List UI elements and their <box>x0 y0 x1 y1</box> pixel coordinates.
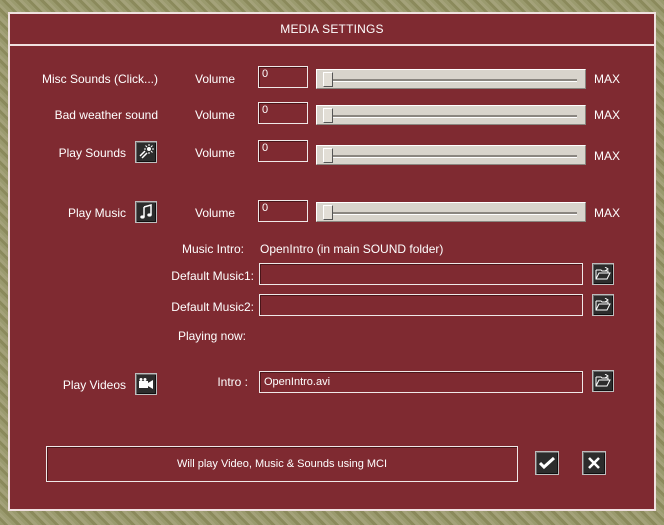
slider-thumb[interactable] <box>323 108 333 123</box>
video-intro-browse-button[interactable] <box>592 370 614 392</box>
checkmark-icon <box>539 456 555 470</box>
slider-track <box>325 155 577 158</box>
video-camera-icon <box>139 378 153 389</box>
open-folder-icon <box>595 374 611 387</box>
misc-sounds-label: Misc Sounds (Click...) <box>41 72 158 86</box>
open-folder-icon <box>595 298 611 311</box>
play-sounds-button[interactable] <box>135 141 157 163</box>
dialog-title: MEDIA SETTINGS <box>280 22 384 36</box>
play-music-button[interactable] <box>135 201 157 223</box>
play-sounds-label: Play Sounds <box>58 146 126 160</box>
play-sounds-volume-input[interactable]: 0 <box>258 140 308 162</box>
bad-weather-max-label: MAX <box>594 108 621 122</box>
ok-button[interactable] <box>535 451 559 475</box>
media-settings-dialog: MEDIA SETTINGS Misc Sounds (Click...) Vo… <box>8 12 656 511</box>
slider-thumb[interactable] <box>323 205 333 220</box>
play-music-max-label: MAX <box>594 206 621 220</box>
speaker-sparkle-icon <box>139 144 154 159</box>
open-folder-icon <box>595 267 611 280</box>
slider-thumb[interactable] <box>323 148 333 163</box>
bad-weather-volume-label: Volume <box>195 108 236 122</box>
video-intro-label: Intro : <box>217 375 248 389</box>
default-music1-browse-button[interactable] <box>592 263 614 285</box>
misc-sounds-max-label: MAX <box>594 72 621 86</box>
play-sounds-volume-slider[interactable] <box>316 145 586 165</box>
default-music2-browse-button[interactable] <box>592 294 614 316</box>
play-videos-label: Play Videos <box>62 378 126 392</box>
default-music1-label: Default Music1: <box>171 269 254 283</box>
bad-weather-sound-label: Bad weather sound <box>54 108 158 122</box>
play-music-label: Play Music <box>67 206 126 220</box>
play-music-volume-input[interactable]: 0 <box>258 200 308 222</box>
music-intro-label: Music Intro: <box>181 242 244 256</box>
bad-weather-volume-slider[interactable] <box>316 105 586 125</box>
play-music-volume-slider[interactable] <box>316 202 586 222</box>
misc-sounds-volume-slider[interactable] <box>316 69 586 89</box>
video-intro-input[interactable]: OpenIntro.avi <box>259 371 583 393</box>
music-note-icon <box>140 204 152 219</box>
status-message-box: Will play Video, Music & Sounds using MC… <box>46 446 518 482</box>
bad-weather-volume-input[interactable]: 0 <box>258 102 308 124</box>
music-intro-value: OpenIntro (in main SOUND folder) <box>260 242 444 256</box>
slider-track <box>325 79 577 82</box>
play-music-volume-label: Volume <box>195 206 236 220</box>
slider-track <box>325 212 577 215</box>
default-music1-input[interactable] <box>259 263 583 285</box>
misc-sounds-volume-input[interactable]: 0 <box>258 66 308 88</box>
status-text: Will play Video, Music & Sounds using MC… <box>176 458 388 470</box>
dialog-title-bar: MEDIA SETTINGS <box>10 14 654 46</box>
default-music2-label: Default Music2: <box>171 300 254 314</box>
cancel-button[interactable] <box>582 451 606 475</box>
playing-now-label: Playing now: <box>177 329 246 343</box>
close-icon <box>588 457 600 469</box>
play-sounds-max-label: MAX <box>594 149 621 163</box>
slider-thumb[interactable] <box>323 72 333 87</box>
slider-track <box>325 115 577 118</box>
play-sounds-volume-label: Volume <box>195 146 236 160</box>
play-videos-button[interactable] <box>135 373 157 395</box>
misc-sounds-volume-label: Volume <box>195 72 236 86</box>
default-music2-input[interactable] <box>259 294 583 316</box>
